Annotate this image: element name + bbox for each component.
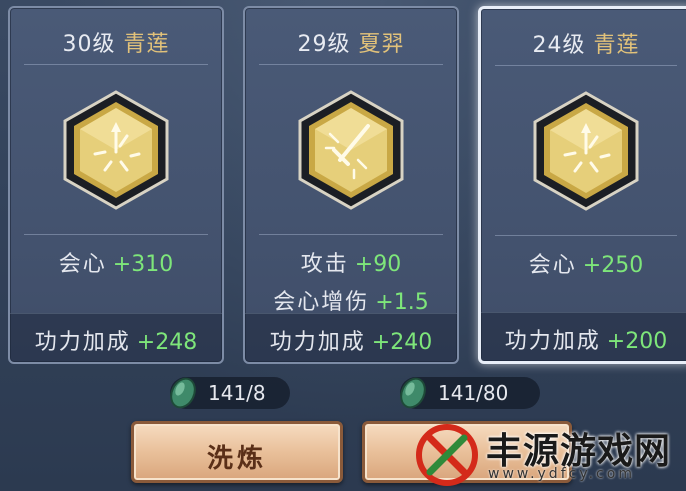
jade-stone-icon — [400, 377, 426, 409]
cost-counter-1: 141/8 — [170, 377, 290, 409]
stat-label: 会心 — [58, 252, 107, 277]
spark-burst-icon — [533, 91, 639, 211]
divider — [495, 235, 677, 236]
stat-label: 攻击 — [300, 252, 349, 277]
stat-label: 会心 — [528, 253, 577, 278]
bonus-label: 功力加成 — [34, 330, 131, 355]
divider — [24, 64, 208, 65]
card-footer: 功力加成 +200 — [481, 312, 686, 361]
watermark-url: www.ydfcy.com — [488, 466, 635, 482]
card-title: 30级 青莲 — [10, 26, 222, 58]
bonus-label: 功力加成 — [269, 330, 366, 355]
card-title: 24级 青莲 — [481, 27, 686, 59]
card-level: 30级 — [62, 32, 116, 57]
divider — [24, 234, 208, 235]
stat-row: 会心 +310 — [10, 246, 222, 278]
bonus-label: 功力加成 — [504, 329, 601, 354]
stat-row: 会心 +250 — [481, 247, 686, 279]
watermark-logo-icon — [416, 424, 478, 486]
card-option-3[interactable]: 24级 青莲 会心 +250 功力加成 +200 — [478, 6, 686, 364]
card-title: 29级 夏羿 — [245, 26, 457, 58]
card-footer: 功力加成 +240 — [245, 313, 457, 362]
cost-text: 141/8 — [208, 381, 266, 405]
divider — [259, 64, 443, 65]
card-name: 青莲 — [123, 32, 170, 57]
stat-value: +1.5 — [375, 290, 429, 315]
card-name: 青莲 — [593, 33, 640, 58]
card-name: 夏羿 — [358, 32, 405, 57]
stat-row: 攻击 +90 — [245, 246, 457, 278]
sword-burst-icon — [298, 90, 404, 210]
refine-button[interactable]: 洗炼 — [131, 421, 343, 483]
bonus-value: +240 — [371, 330, 433, 355]
stat-value: +90 — [354, 252, 402, 277]
stat-row: 会心增伤 +1.5 — [245, 284, 457, 316]
card-footer: 功力加成 +248 — [10, 313, 222, 362]
spark-burst-icon — [63, 90, 169, 210]
jade-stone-icon — [170, 377, 196, 409]
bonus-value: +200 — [606, 329, 668, 354]
card-option-1[interactable]: 30级 青莲 会心 +310 功力加成 +248 — [8, 6, 224, 364]
card-level: 29级 — [297, 32, 351, 57]
cost-text: 141/80 — [438, 381, 509, 405]
card-option-2[interactable]: 29级 夏羿 攻击 +90 会心增伤 +1.5 功力加成 +240 — [243, 6, 459, 364]
card-level: 24级 — [532, 33, 586, 58]
stat-value: +250 — [582, 253, 644, 278]
divider — [259, 234, 443, 235]
cost-counter-2: 141/80 — [400, 377, 540, 409]
stat-label: 会心增伤 — [273, 290, 370, 315]
site-watermark: 丰源游戏网 www.ydfcy.com — [408, 418, 686, 491]
refine-button-label: 洗炼 — [206, 444, 267, 474]
divider — [495, 65, 677, 66]
bonus-value: +248 — [136, 330, 198, 355]
stat-value: +310 — [112, 252, 174, 277]
